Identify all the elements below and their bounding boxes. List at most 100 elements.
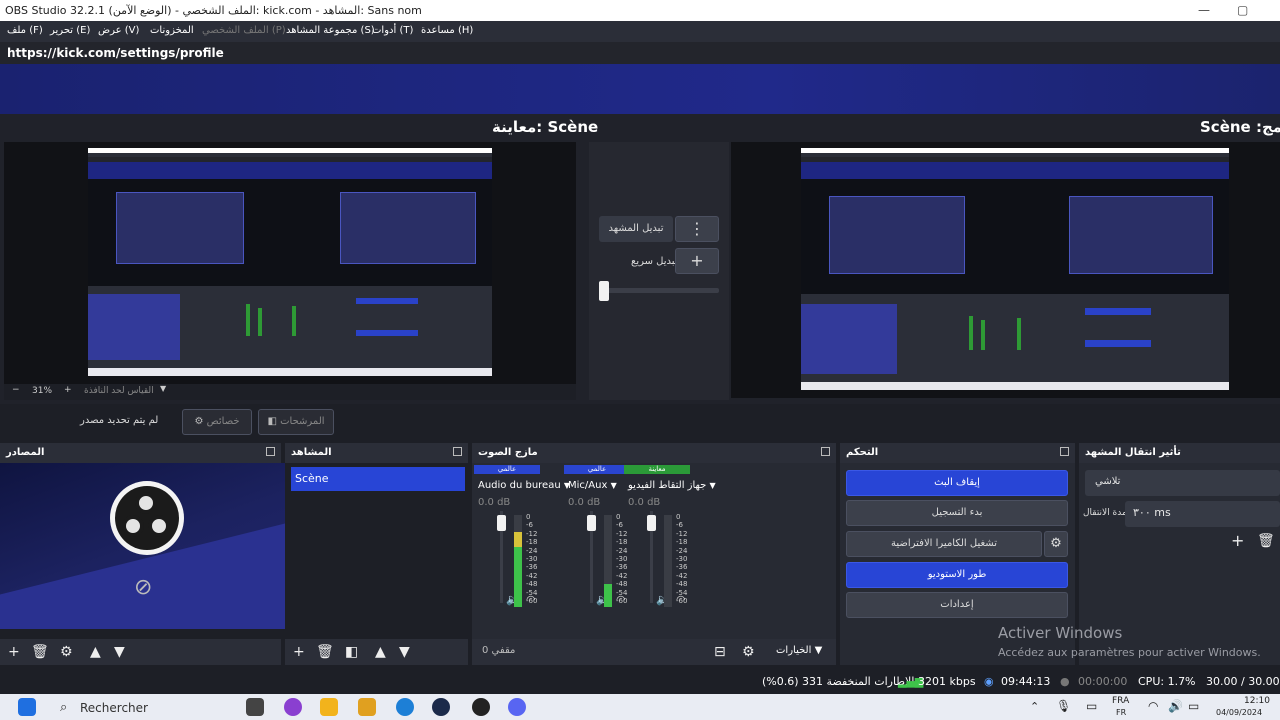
record-icon: ● <box>1060 675 1070 688</box>
discord-icon[interactable] <box>508 698 526 716</box>
add-quick-transition-icon[interactable]: + <box>675 248 719 274</box>
undock-icon[interactable] <box>1060 447 1069 456</box>
transition-duration-input[interactable]: ٣٠٠ ms <box>1125 501 1280 527</box>
add-scene-icon[interactable]: + <box>293 644 305 660</box>
meter-tick: -30 <box>526 555 538 563</box>
chevron-up-icon[interactable]: ⌃ <box>1030 700 1039 713</box>
maximize-button[interactable]: ▢ <box>1237 3 1248 17</box>
meter-green <box>514 547 522 607</box>
scene-item[interactable]: Scène <box>291 467 465 491</box>
channel-name[interactable]: Audio du bureau ▼ <box>478 480 570 491</box>
obs-icon[interactable] <box>472 698 490 716</box>
volume-slider-handle[interactable] <box>647 515 656 531</box>
volume-meter <box>604 515 612 607</box>
browser-icon[interactable] <box>284 698 302 716</box>
trash-icon[interactable]: 🗑 <box>316 644 334 660</box>
add-transition-icon[interactable]: + <box>1231 533 1244 549</box>
scenes-list[interactable]: Scène <box>285 463 468 639</box>
search-icon: ⌕ <box>60 700 68 715</box>
program-title: Scène :برنامج <box>1200 118 1280 136</box>
search-app-icon[interactable] <box>358 698 376 716</box>
preview-canvas[interactable] <box>4 142 576 384</box>
settings-button[interactable]: إعدادات <box>846 592 1068 618</box>
channel-name-label: Mic/Aux <box>568 480 608 491</box>
menu-profile[interactable]: الملف الشخصي (P) <box>202 25 286 36</box>
browser-url[interactable]: https://kick.com/settings/profile <box>7 46 224 60</box>
transition-slider[interactable] <box>599 288 719 293</box>
minimize-button[interactable]: — <box>1198 3 1210 17</box>
meter-tick: -12 <box>676 529 688 538</box>
channel-name[interactable]: Mic/Aux ▼ <box>568 480 617 491</box>
scale-dropdown-icon[interactable]: ▼ <box>160 384 166 393</box>
gear-icon[interactable]: ⚙ <box>60 644 73 660</box>
transition-menu-icon[interactable]: ⋮ <box>675 216 719 242</box>
scenes-dock: المشاهد Scène + 🗑 ◧ ▲ ▼ <box>285 443 468 665</box>
filters-button[interactable]: ◧ المرشحات <box>258 409 334 435</box>
monitor-icon[interactable]: ▭ <box>1086 699 1097 713</box>
menu-view[interactable]: عرض (V) <box>98 25 139 36</box>
microphone-icon[interactable]: 🎙 <box>1056 699 1071 713</box>
channel-name-label: Audio du bureau <box>478 480 561 491</box>
clock-time[interactable]: 12:10 <box>1244 696 1270 706</box>
mixer-options-button[interactable]: الخيارات ▼ <box>776 645 822 656</box>
language-indicator[interactable]: FRA <box>1112 696 1129 706</box>
menu-docks[interactable]: المخزونات <box>150 25 194 36</box>
move-down-icon[interactable]: ▼ <box>114 644 125 660</box>
transition-type-select[interactable]: تلاشي <box>1085 470 1280 496</box>
edge-icon[interactable] <box>396 698 414 716</box>
taskbar-search[interactable]: Rechercher <box>80 701 148 715</box>
virtual-cam-settings-icon[interactable]: ⚙ <box>1044 531 1068 557</box>
volume-slider-handle[interactable] <box>587 515 596 531</box>
move-up-icon[interactable]: ▲ <box>90 644 101 660</box>
transition-column: تبديل المشهد ⋮ تبديل سريع + <box>589 142 729 400</box>
battery-icon[interactable]: ▭ <box>1188 699 1199 713</box>
mixer-layout-icon[interactable]: ⊟ <box>714 644 726 660</box>
stop-stream-button[interactable]: إيقاف البث <box>846 470 1068 496</box>
move-down-icon[interactable]: ▼ <box>399 644 410 660</box>
start-virtual-cam-button[interactable]: تشغيل الكاميرا الافتراضية <box>846 531 1042 557</box>
meter-tick: -36 <box>526 563 538 572</box>
undock-icon[interactable] <box>821 447 830 456</box>
wifi-icon[interactable]: ◠ <box>1148 699 1158 713</box>
undock-icon[interactable] <box>266 447 275 456</box>
menu-scene-collection[interactable]: مجموعة المشاهد (S) <box>286 25 375 36</box>
zoom-in-button[interactable]: + <box>64 385 72 395</box>
activate-windows-subtitle: Accédez aux paramètres pour activer Wind… <box>998 646 1261 659</box>
clock-date[interactable]: 04/09/2024 <box>1216 708 1262 717</box>
volume-slider-handle[interactable] <box>497 515 506 531</box>
zoom-out-button[interactable]: − <box>12 385 20 395</box>
program-canvas[interactable] <box>731 142 1280 398</box>
browser-banner <box>0 64 1280 114</box>
start-record-button[interactable]: بدء التسجيل <box>846 500 1068 526</box>
menu-edit[interactable]: تحرير (E) <box>50 25 90 36</box>
mixer-settings-icon[interactable]: ⚙ <box>742 644 755 660</box>
menu-tools[interactable]: أدوات (T) <box>372 25 413 36</box>
channel-name[interactable]: جهاز التقاط الفيديو ▼ <box>628 480 716 491</box>
volume-meter <box>664 515 672 607</box>
trash-icon[interactable]: 🗑 <box>1257 533 1275 549</box>
menu-help[interactable]: مساعدة (H) <box>421 25 473 36</box>
browser-url-bar: https://kick.com/settings/profile <box>0 42 1280 64</box>
sources-footer: + 🗑 ⚙ ▲ ▼ <box>0 639 281 665</box>
speaker-icon[interactable]: 🔊 <box>1168 699 1183 713</box>
meter-tick: -12 <box>526 529 538 538</box>
steam-icon[interactable] <box>432 698 450 716</box>
move-up-icon[interactable]: ▲ <box>375 644 386 660</box>
task-view-icon[interactable] <box>246 698 264 716</box>
meter-yellow <box>514 532 522 547</box>
menu-file[interactable]: ملف (F) <box>7 25 43 36</box>
scene-filters-icon[interactable]: ◧ <box>345 644 358 660</box>
change-scene-button[interactable]: تبديل المشهد <box>599 216 673 242</box>
trash-icon[interactable]: 🗑 <box>31 644 49 660</box>
add-source-icon[interactable]: + <box>8 644 20 660</box>
channel-tag: عالمي <box>564 465 630 474</box>
undock-icon[interactable] <box>453 447 462 456</box>
windows-start-icon[interactable] <box>18 698 36 716</box>
studio-mode-button[interactable]: طور الاستوديو <box>846 562 1068 588</box>
transition-slider-handle[interactable] <box>599 281 609 301</box>
file-explorer-icon[interactable] <box>320 698 338 716</box>
sources-list[interactable]: ⊘ <box>0 463 294 639</box>
properties-button[interactable]: ⚙ خصائص <box>182 409 252 435</box>
meter-green <box>604 584 612 607</box>
preview-zoom-bar: − 31% + القياس لحد النافذة ▼ <box>4 384 576 400</box>
